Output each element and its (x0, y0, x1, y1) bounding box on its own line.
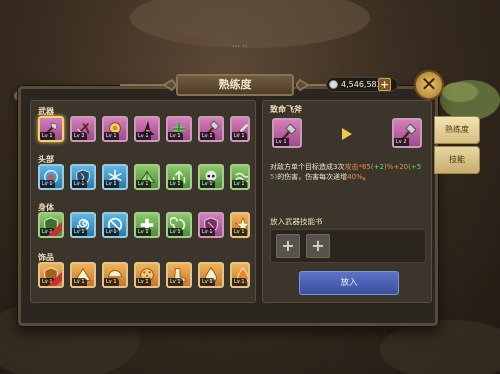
skill-level: Lv 1 (72, 278, 87, 286)
skill-slot-head-6[interactable]: Lv 1 (198, 164, 224, 190)
skill-slot-weapon-1[interactable]: Lv 1 (38, 116, 64, 142)
skill-slot-head-7[interactable]: Lv 1 (230, 164, 250, 190)
skill-level: Lv 1 (168, 278, 183, 286)
skill-level: Lv 1 (72, 180, 87, 188)
guild-tag: ··· ·· (232, 42, 248, 51)
skill-description: 对敌方单个目标造成3次攻击*65(+2)%+20(+5 5)的伤害，伤害每次递增4… (270, 162, 430, 182)
skill-slot-weapon-2[interactable]: Lv 2 (70, 116, 96, 142)
close-button[interactable]: ✕ (414, 70, 444, 100)
add-currency-button[interactable]: + (378, 78, 391, 91)
desc-text: 。 (362, 173, 370, 181)
silver-coin-icon (329, 80, 338, 89)
skill-level: Lv 2 (72, 132, 87, 140)
skill-level: Lv 1 (168, 180, 183, 188)
arrow-right-icon (342, 128, 352, 140)
selected-skill-name: 致命飞斧 (270, 105, 302, 114)
skill-slot-head-4[interactable]: Lv 1 (134, 164, 160, 190)
skill-slot-weapon-6[interactable]: Lv 1 (198, 116, 224, 142)
skill-slot-accessory-6[interactable]: Lv 1 (198, 262, 224, 288)
skill-slot-body-4[interactable]: Lv 1 (134, 212, 160, 238)
skill-level: Lv 1 (232, 180, 247, 188)
desc-highlight: 攻击*65 (344, 163, 371, 171)
desc-highlight: %+20 (386, 163, 409, 171)
skill-level: Lv 1 (200, 132, 215, 140)
skill-level: Lv 1 (168, 132, 183, 140)
skill-book-slot-2[interactable]: + (306, 234, 330, 258)
skill-slot-body-6[interactable]: Lv 1 (198, 212, 224, 238)
skill-slot-body-3[interactable]: Lv 1 (102, 212, 128, 238)
skill-slot-body-7[interactable]: Lv 1 (230, 212, 250, 238)
window-title: 熟练度 (176, 74, 294, 96)
currency-amount: 4,546,583 (341, 80, 382, 89)
skill-level: Lv 1 (136, 278, 151, 286)
skill-level: Lv 1 (232, 132, 247, 140)
next-skill-slot: Lv 2 (392, 118, 422, 148)
skill-book-slot-1[interactable]: + (276, 234, 300, 258)
skill-level: Lv 1 (40, 180, 55, 188)
skill-slot-accessory-3[interactable]: Lv 1 (102, 262, 128, 288)
skill-level: Lv 1 (136, 132, 151, 140)
tab-skills[interactable]: 技能 (434, 146, 480, 174)
skill-slot-head-2[interactable]: Lv 1 (70, 164, 96, 190)
tab-proficiency[interactable]: 熟练度 (434, 116, 480, 144)
skill-level: Lv 1 (136, 180, 151, 188)
skill-slot-head-3[interactable]: Lv 1 (102, 164, 128, 190)
skill-slot-weapon-3[interactable]: Lv 1 (102, 116, 128, 142)
skill-level: Lv 1 (200, 278, 215, 286)
skill-level: Lv 1 (104, 228, 119, 236)
skill-slot-weapon-4[interactable]: Lv 1 (134, 116, 160, 142)
skill-level: Lv 1 (232, 228, 247, 236)
title-ornament-left-icon (120, 78, 176, 92)
skill-level: Lv 1 (40, 132, 55, 140)
skill-slot-body-5[interactable]: Lv 1 (166, 212, 192, 238)
desc-bonus: (+5 (408, 163, 422, 171)
skill-slot-body-1[interactable]: Lv 1 (38, 212, 64, 238)
desc-text: 的伤害，伤害每次递增 (277, 173, 348, 181)
skill-slot-head-1[interactable]: Lv 1 (38, 164, 64, 190)
skill-level: Lv 1 (136, 228, 151, 236)
skill-slot-head-5[interactable]: Lv 1 (166, 164, 192, 190)
skill-level: Lv 1 (104, 180, 119, 188)
put-in-button[interactable]: 放入 (299, 271, 399, 295)
player-name: ·· ·· ·· ·· (178, 36, 210, 46)
current-skill-level: Lv 1 (274, 138, 289, 146)
skill-book-title: 放入武器技能书 (270, 217, 323, 226)
skill-slot-body-2[interactable]: Lv 1 (70, 212, 96, 238)
skill-slot-accessory-2[interactable]: Lv 1 (70, 262, 96, 288)
skill-slot-accessory-4[interactable]: Lv 1 (134, 262, 160, 288)
next-skill-level: Lv 2 (394, 138, 409, 146)
skill-level: Lv 1 (104, 132, 119, 140)
desc-highlight: 40% (347, 173, 363, 181)
desc-bonus: (+2) (370, 163, 387, 171)
skill-slot-accessory-1[interactable]: Lv 1 (38, 262, 64, 288)
skill-slot-accessory-5[interactable]: Lv 1 (166, 262, 192, 288)
skill-slot-weapon-5[interactable]: Lv 1 (166, 116, 192, 142)
skill-level: Lv 1 (72, 228, 87, 236)
skill-level: Lv 1 (168, 228, 183, 236)
desc-text: 对敌方单个目标造成3次 (270, 163, 345, 171)
skill-level: Lv 1 (232, 278, 247, 286)
skill-slot-accessory-7[interactable]: Lv 1 (230, 262, 250, 288)
skill-level: Lv 1 (104, 278, 119, 286)
skill-level: Lv 1 (200, 228, 215, 236)
current-skill-slot: Lv 1 (272, 118, 302, 148)
skill-level: Lv 1 (200, 180, 215, 188)
skill-slot-weapon-7[interactable]: Lv 1 (230, 116, 250, 142)
